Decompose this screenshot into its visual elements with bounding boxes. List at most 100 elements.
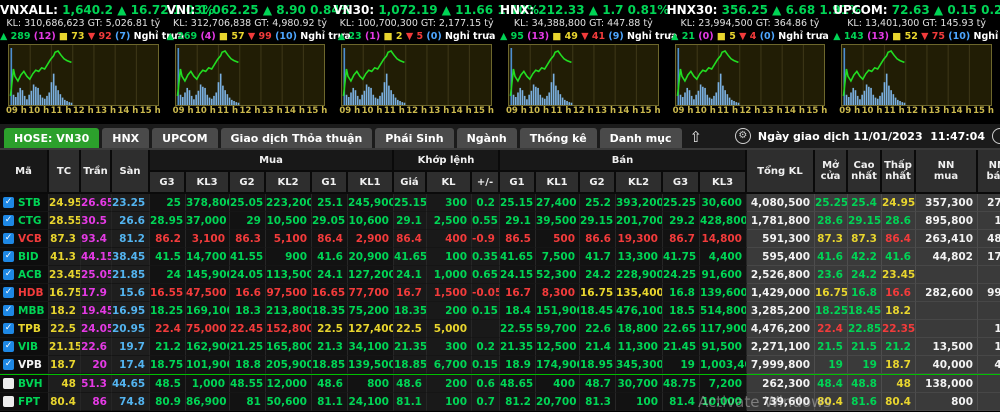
col-buy-kl2: KL2 [266,172,312,194]
cell-low: 22.35 [882,320,916,338]
tab-danh-m-c[interactable]: Danh mục [599,128,682,148]
cell-buy-g3: 28.95 [150,212,186,230]
table-row-ACB[interactable]: ✓ ACB 23.45 25.05 21.85 24 145,900 24.05 113,500… [0,266,1000,284]
cell-sell-g1: 29.1 [500,212,536,230]
table-row-BID[interactable]: ✓ BID 41.3 44.15 38.45 41.5 14,700 41.55 900 41.6… [0,248,1000,266]
index-breadth-line: ▲ 143 (13) ■ 52 ▼ 75 (10) Nghỉ trưa [833,30,1000,43]
row-checkbox[interactable] [3,396,14,407]
cell-match-volume: 6,700 [427,356,472,374]
stock-symbol: VIB [18,340,39,353]
cell-sell-g2: 86.6 [580,230,616,248]
cell-sell-g3: 81.4 [663,393,700,411]
table-row-MBB[interactable]: ✓ MBB 18.2 19.45 16.95 18.25 169,100 18.3 213,80… [0,302,1000,320]
cell-buy-kl3: 145,900 [186,266,230,284]
tab-ng-nh[interactable]: Ngành [456,128,517,148]
settings-gear-icon[interactable]: ⚙ [734,128,751,144]
row-checkbox[interactable]: ✓ [3,305,14,316]
tab-hose-vn30[interactable]: HOSE: VN30 [4,128,100,148]
tab-ph-i-sinh[interactable]: Phái Sinh [375,128,454,148]
tab-th-ng-k-[interactable]: Thống kê [519,128,597,148]
unchanged-count: 2 [395,31,403,42]
cell-sell-g1: 41.65 [500,248,536,266]
cell-foreign-buy: 895,800 [916,212,978,230]
cell-buy-g3: 24 [150,266,186,284]
x-axis-label: 10 h [28,106,50,116]
table-row-VCB[interactable]: ✓ VCB 87.3 93.4 81.2 86.2 3,100 86.3 5,100 86.4 2,… [0,230,1000,248]
row-checkbox[interactable]: ✓ [3,233,14,244]
table-row-STB[interactable]: ✓ STB 24.95 26.65 23.25 25 378,800 25.05 223,200… [0,194,1000,212]
table-row-VPB[interactable]: ✓ VPB 18.7 20 17.4 18.75 101,900 18.8 205,900 18.… [0,356,1000,375]
row-checkbox[interactable]: ✓ [3,323,14,334]
row-checkbox[interactable]: ✓ [3,287,14,298]
x-axis-label: 14 h [617,106,639,116]
chart-x-axis: 09 h 10 h 11 h 12 h 13 h 14 h 15 h [506,106,661,117]
circle-icon[interactable] [992,128,1000,144]
tab-upcom[interactable]: UPCOM [152,128,218,148]
kl-label: KL: [680,18,696,29]
cell-buy-kl1: 800 [348,375,394,393]
x-axis-label: 12 h [572,106,594,116]
scroll-up-icon[interactable]: ⇧ [690,128,703,146]
index-value-traded: 4,980.92 tỷ [272,18,327,29]
index-volume: 312,706,838 [190,18,252,29]
cell-match-change: 0.6 [472,375,500,393]
cell-buy-g3: 18.25 [150,302,186,320]
table-row-TPB[interactable]: ✓ TPB 22.5 24.05 20.95 22.4 75,000 22.45 152,800… [0,320,1000,338]
cell-match-price: 29.1 [394,212,427,230]
row-checkbox[interactable]: ✓ [3,197,14,208]
cell-buy-g2: 16.6 [230,284,266,302]
cell-low: 41.6 [882,248,916,266]
cell-match-price: 22.5 [394,320,427,338]
cell-tran: 20 [81,356,112,374]
row-checkbox[interactable]: ✓ [3,359,14,370]
tab-giao-d-ch-th-a-thu-n[interactable]: Giao dịch Thỏa thuận [220,128,373,148]
row-checkbox[interactable]: ✓ [3,341,14,352]
cell-buy-kl1: 127,400 [348,320,394,338]
cell-sell-g3: 22.65 [663,320,700,338]
index-volume-line: KL: 23,994,500 GT: 364.86 tỷ [667,17,834,30]
x-axis-label: 14 h [950,106,972,116]
cell-high: 81.6 [848,393,882,411]
x-axis-label: 13 h [428,106,450,116]
x-axis-label: 09 h [172,106,194,116]
unchanged-icon: ■ [59,31,68,42]
cell-buy-kl1: 10,600 [348,212,394,230]
cell-match-volume: 2,500 [427,212,472,230]
row-checkbox[interactable]: ✓ [3,269,14,280]
cell-buy-g2: 24.05 [230,266,266,284]
col-buy-g3: G3 [150,172,186,194]
cell-buy-kl2: 50,600 [266,393,312,411]
cell-foreign-sell: 275, [978,194,1000,212]
index-panel: HNX: 212.33 ▲ 1.7 0.81% KL: 34,388,800 G… [500,0,678,124]
table-row-BVH[interactable]: BVH 48 51.3 44.65 48.5 1,000 48.55 12,000 48.6 80… [0,375,1000,393]
cell-sell-g1: 18.4 [500,302,536,320]
cell-low: 80.4 [882,393,916,411]
ceiling-count: (12) [33,31,56,42]
col-open: Mở cửa [815,150,848,194]
index-change: 16.72 [130,3,169,17]
cell-foreign-sell: 1, [978,375,1000,393]
cell-open: 48.4 [815,375,848,393]
group-buy: Mua [150,150,394,172]
index-volume: 310,686,623 [24,18,85,29]
table-row-HDB[interactable]: ✓ HDB 16.75 17.9 15.6 16.55 47,500 16.6 97,500 16… [0,284,1000,302]
cell-sell-kl1: 39,500 [536,212,580,230]
tab-hnx[interactable]: HNX [102,128,150,148]
row-checkbox[interactable] [3,378,14,389]
decliners-count: 99 [258,31,272,42]
table-row-VIB[interactable]: ✓ VIB 21.15 22.6 19.7 21.2 162,900 21.25 165,800… [0,338,1000,356]
table-row-CTG[interactable]: ✓ CTG 28.55 30.5 26.6 28.95 37,000 29 10,500 29.0… [0,212,1000,230]
up-arrow-icon: ▲ [933,3,944,17]
cell-buy-g3: 25 [150,194,186,212]
cell-match-change: 0.2 [472,194,500,212]
cell-buy-kl2: 165,800 [266,338,312,356]
cell-sell-g1: 48.65 [500,375,536,393]
symbol-cell: BVH [0,375,49,393]
decliners-icon: ▼ [921,31,929,42]
col-symbol: Mã [0,150,49,194]
row-checkbox[interactable]: ✓ [3,215,14,226]
table-row-FPT[interactable]: FPT 80.4 86 74.8 80.9 86,900 81 50,600 81.1 24,10… [0,393,1000,411]
cell-sell-kl1: 151,900 [536,302,580,320]
row-checkbox[interactable]: ✓ [3,251,14,262]
decliners-count: 75 [931,31,945,42]
